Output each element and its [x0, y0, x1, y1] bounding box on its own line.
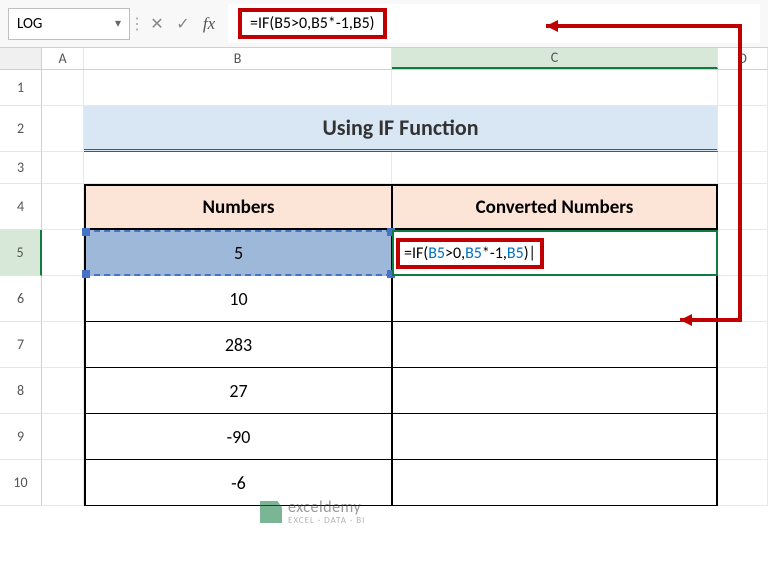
- cell-a5[interactable]: [42, 230, 84, 276]
- cell-c5-formula: =IF(B5>0,B5*-1,B5)|: [396, 238, 544, 269]
- column-headers: A B C D: [0, 48, 768, 70]
- cell-d3[interactable]: [718, 152, 768, 184]
- row-header-10[interactable]: 10: [0, 460, 42, 506]
- cell-a6[interactable]: [42, 276, 84, 322]
- cell-d4[interactable]: [718, 184, 768, 230]
- watermark: exceldemy EXCEL · DATA · BI: [260, 498, 365, 526]
- cell-a8[interactable]: [42, 368, 84, 414]
- cell-b5[interactable]: 5: [84, 230, 392, 276]
- header-numbers[interactable]: Numbers: [84, 184, 392, 230]
- cells-area: Using IF Function Numbers Converted Numb…: [42, 70, 768, 506]
- col-header-d[interactable]: D: [718, 48, 768, 69]
- chevron-down-icon[interactable]: ▾: [115, 16, 121, 31]
- select-all-corner[interactable]: [0, 48, 42, 69]
- cell-c1[interactable]: [392, 70, 718, 106]
- row-header-8[interactable]: 8: [0, 368, 42, 414]
- watermark-tagline: EXCEL · DATA · BI: [288, 515, 365, 526]
- cell-c5-active[interactable]: =IF(B5>0,B5*-1,B5)|: [392, 230, 718, 276]
- row-header-5[interactable]: 5: [0, 230, 42, 276]
- row-header-3[interactable]: 3: [0, 152, 42, 184]
- row-header-7[interactable]: 7: [0, 322, 42, 368]
- cell-a3[interactable]: [42, 152, 84, 184]
- row-header-9[interactable]: 9: [0, 414, 42, 460]
- name-box[interactable]: LOG ▾: [8, 8, 130, 40]
- formula-bar: LOG ▾ ⋮ ✕ ✓ fx =IF(B5>0,B5*-1,B5): [0, 0, 768, 48]
- col-header-c[interactable]: C: [392, 48, 718, 69]
- cell-b7[interactable]: 283: [84, 322, 392, 368]
- separator-icon: ⋮: [130, 14, 144, 34]
- header-converted[interactable]: Converted Numbers: [392, 184, 718, 230]
- row-header-2[interactable]: 2: [0, 106, 42, 152]
- spreadsheet-grid: A B C D 1 2 3 4 5 6 7 8 9 10: [0, 48, 768, 506]
- cell-c9[interactable]: [392, 414, 718, 460]
- row-header-1[interactable]: 1: [0, 70, 42, 106]
- cell-b9[interactable]: -90: [84, 414, 392, 460]
- cell-c6[interactable]: [392, 276, 718, 322]
- cell-a9[interactable]: [42, 414, 84, 460]
- cell-d1[interactable]: [718, 70, 768, 106]
- cell-b3[interactable]: [84, 152, 392, 184]
- cell-d2[interactable]: [718, 106, 768, 152]
- name-box-value: LOG: [17, 15, 42, 33]
- cell-a10[interactable]: [42, 460, 84, 506]
- cell-c7[interactable]: [392, 322, 718, 368]
- formula-input[interactable]: =IF(B5>0,B5*-1,B5): [228, 4, 760, 43]
- cell-d6[interactable]: [718, 276, 768, 322]
- cell-b6[interactable]: 10: [84, 276, 392, 322]
- cell-a1[interactable]: [42, 70, 84, 106]
- formula-text: =IF(B5>0,B5*-1,B5): [238, 8, 387, 39]
- cell-a4[interactable]: [42, 184, 84, 230]
- cell-d9[interactable]: [718, 414, 768, 460]
- row-headers: 1 2 3 4 5 6 7 8 9 10: [0, 70, 42, 506]
- cell-title[interactable]: Using IF Function: [84, 106, 718, 152]
- watermark-logo-icon: [260, 501, 282, 523]
- cell-a2[interactable]: [42, 106, 84, 152]
- cell-a7[interactable]: [42, 322, 84, 368]
- cancel-button[interactable]: ✕: [144, 11, 170, 37]
- cell-b5-value: 5: [234, 242, 243, 264]
- cell-d10[interactable]: [718, 460, 768, 506]
- col-header-a[interactable]: A: [42, 48, 84, 69]
- confirm-button[interactable]: ✓: [170, 11, 196, 37]
- cell-c3[interactable]: [392, 152, 718, 184]
- col-header-b[interactable]: B: [84, 48, 392, 69]
- fx-button[interactable]: fx: [196, 11, 222, 37]
- cell-d8[interactable]: [718, 368, 768, 414]
- cell-c8[interactable]: [392, 368, 718, 414]
- cell-b8[interactable]: 27: [84, 368, 392, 414]
- cell-b1[interactable]: [84, 70, 392, 106]
- cell-d7[interactable]: [718, 322, 768, 368]
- row-header-6[interactable]: 6: [0, 276, 42, 322]
- row-header-4[interactable]: 4: [0, 184, 42, 230]
- cell-c10[interactable]: [392, 460, 718, 506]
- cell-d5[interactable]: [718, 230, 768, 276]
